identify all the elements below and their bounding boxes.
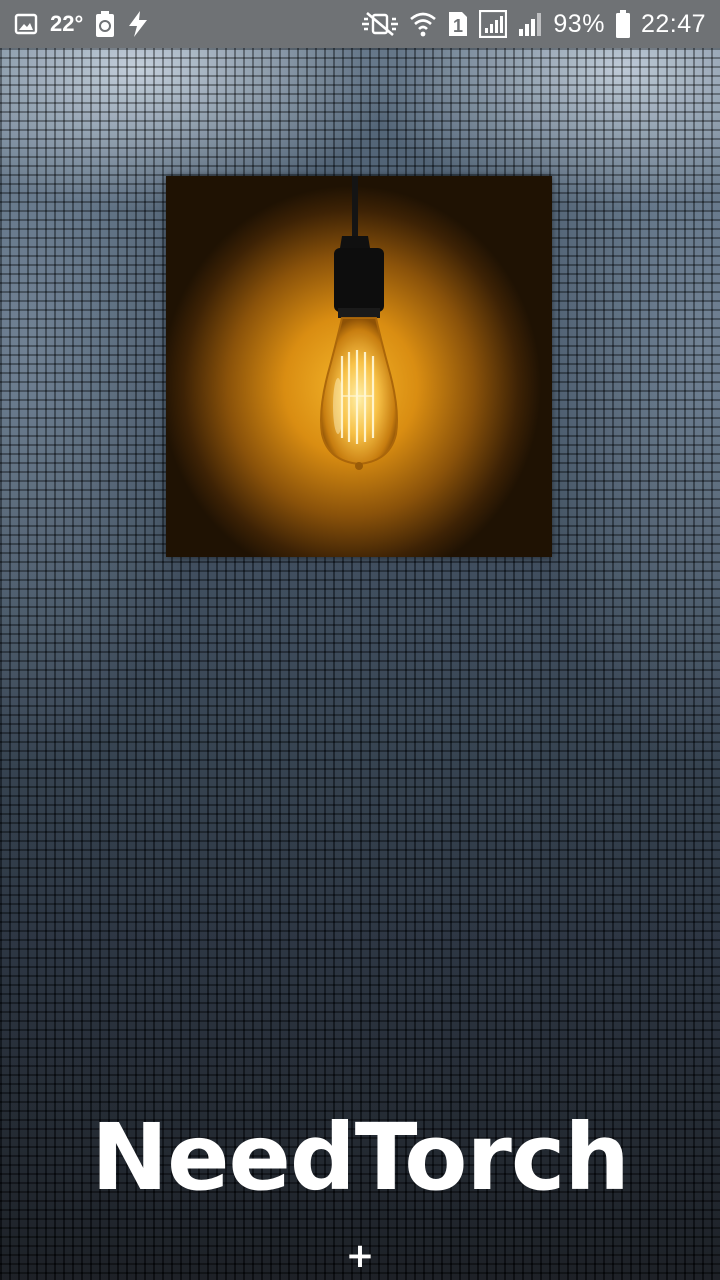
temperature-text: 22°: [50, 11, 84, 36]
status-bar: 22° 1 93% 22:47: [0, 0, 720, 48]
battery-icon: [615, 10, 631, 38]
plus-button[interactable]: +: [340, 1236, 380, 1276]
status-right-group: 1 93% 22:47: [361, 10, 706, 39]
light-bulb-icon: [320, 176, 398, 470]
mute-vibrate-icon: [361, 11, 399, 37]
wifi-icon: [409, 11, 437, 37]
clock-text: 22:47: [640, 9, 706, 38]
signal-icon: [517, 11, 543, 37]
screen: 22° 1 93% 22:47 NeedTorch +: [0, 0, 720, 1280]
app-title: NeedTorch: [91, 1104, 630, 1211]
signal-icon: [479, 10, 508, 38]
recycle-battery-icon: [95, 11, 115, 37]
status-left-group: 22°: [14, 11, 149, 37]
battery-percent-text: 93%: [553, 9, 605, 38]
torch-toggle-image[interactable]: [166, 176, 552, 557]
sim-1-icon: 1: [447, 10, 469, 38]
svg-text:1: 1: [453, 16, 463, 36]
gallery-icon: [14, 12, 38, 36]
flash-icon: [127, 11, 149, 37]
